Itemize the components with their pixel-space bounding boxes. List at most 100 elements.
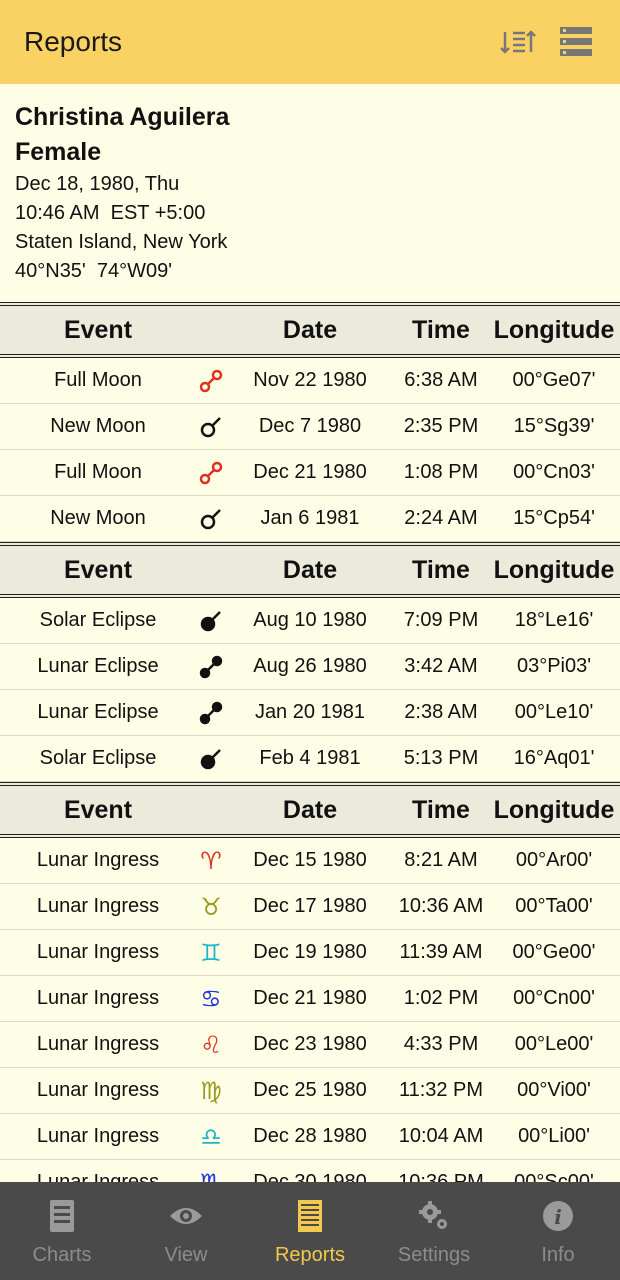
event-longitude: 00°Cn03' <box>513 461 595 483</box>
event-time: 2:38 AM <box>404 701 478 723</box>
event-time: 1:08 PM <box>403 461 479 483</box>
event-date: Jan 20 1981 <box>254 701 366 723</box>
event-longitude: 00°Sc00' <box>514 1171 594 1182</box>
event-date: Dec 15 1980 <box>253 849 367 871</box>
table-header: Event Date Time Longitude <box>0 782 620 838</box>
info-icon: i <box>542 1196 574 1236</box>
zodiac-sign-icon: ♌ <box>200 1030 222 1059</box>
table-header: Event Date Time Longitude <box>0 302 620 358</box>
zodiac-sign-icon: ♋ <box>200 984 222 1013</box>
event-time: 10:04 AM <box>398 1125 484 1147</box>
birth-place: Staten Island, New York <box>15 231 228 253</box>
event-name: New Moon <box>50 507 146 529</box>
event-name: Full Moon <box>54 461 142 483</box>
event-name: Lunar Ingress <box>36 895 160 917</box>
event-name: Lunar Eclipse <box>37 655 159 677</box>
event-date: Dec 30 1980 <box>253 1171 367 1182</box>
event-time: 10:36 AM <box>398 895 484 917</box>
event-name: Lunar Ingress <box>36 1171 160 1182</box>
tab-label: Info <box>541 1243 575 1266</box>
zodiac-sign-icon: ♏ <box>196 1169 226 1183</box>
tab-settings[interactable]: Settings <box>372 1182 496 1280</box>
event-date: Nov 22 1980 <box>253 369 367 391</box>
event-name: Solar Eclipse <box>39 747 157 769</box>
event-longitude: 15°Sg39' <box>513 415 595 437</box>
col-longitude: Longitude <box>493 555 615 584</box>
gear-icon <box>418 1196 450 1236</box>
event-longitude: 00°Vi00' <box>517 1079 591 1101</box>
event-date: Dec 7 1980 <box>258 415 362 437</box>
table-row[interactable]: Full Moon Dec 21 1980 1:08 PM 00°Cn03' <box>0 450 620 496</box>
col-date: Date <box>282 555 338 584</box>
report-tables[interactable]: Event Date Time Longitude Full Moon Nov 22 19… <box>0 302 620 1182</box>
zodiac-sign-icon: ♉ <box>200 892 222 921</box>
table-row[interactable]: Lunar Ingress ♌ Dec 23 1980 4:33 PM 00°Le00' <box>0 1022 620 1068</box>
event-time: 8:21 AM <box>404 849 478 871</box>
bottom-tab-bar: Charts View Reports Settings i Info <box>0 1182 620 1280</box>
event-time: 4:33 PM <box>403 1033 479 1055</box>
table-row[interactable]: Full Moon Nov 22 1980 6:38 AM 00°Ge07' <box>0 358 620 404</box>
tab-label: Charts <box>32 1243 92 1266</box>
conjunction-icon <box>196 415 226 439</box>
table-row[interactable]: Lunar Ingress ♋ Dec 21 1980 1:02 PM 00°Cn00' <box>0 976 620 1022</box>
table-row[interactable]: Lunar Eclipse Aug 26 1980 3:42 AM 03°Pi03' <box>0 644 620 690</box>
tab-view[interactable]: View <box>124 1182 248 1280</box>
event-date: Feb 4 1981 <box>259 747 361 769</box>
event-longitude: 16°Aq01' <box>513 747 595 769</box>
tab-charts[interactable]: Charts <box>0 1182 124 1280</box>
zodiac-sign-icon: ♎ <box>200 1122 222 1151</box>
profile-block: Christina Aguilera Female Dec 18, 1980, … <box>15 100 229 286</box>
solar-eclipse-icon <box>196 747 226 771</box>
col-longitude: Longitude <box>493 795 615 824</box>
svg-text:i: i <box>554 1205 562 1229</box>
col-date: Date <box>282 795 338 824</box>
event-time: 11:39 AM <box>399 941 483 963</box>
table-row[interactable]: Lunar Eclipse Jan 20 1981 2:38 AM 00°Le10' <box>0 690 620 736</box>
table-row[interactable]: Solar Eclipse Aug 10 1980 7:09 PM 18°Le16' <box>0 598 620 644</box>
event-name: Lunar Ingress <box>36 849 160 871</box>
event-longitude: 18°Le16' <box>514 609 594 631</box>
event-name: Lunar Ingress <box>36 1125 160 1147</box>
birth-coords: 40°N35' 74°W09' <box>15 260 173 282</box>
table-row[interactable]: Lunar Ingress ♉ Dec 17 1980 10:36 AM 00°Ta00… <box>0 884 620 930</box>
event-time: 2:24 AM <box>404 507 478 529</box>
page-title: Reports <box>24 26 123 57</box>
event-time: 10:36 PM <box>398 1171 484 1182</box>
event-longitude: 00°Ar00' <box>515 849 593 871</box>
table-row[interactable]: New Moon Dec 7 1980 2:35 PM 15°Sg39' <box>0 404 620 450</box>
event-longitude: 00°Ta00' <box>515 895 593 917</box>
eye-icon <box>168 1196 204 1236</box>
event-name: Lunar Ingress <box>36 1079 160 1101</box>
event-date: Dec 28 1980 <box>253 1125 367 1147</box>
col-event: Event <box>63 315 133 344</box>
table-row[interactable]: Solar Eclipse Feb 4 1981 5:13 PM 16°Aq01' <box>0 736 620 782</box>
table-row[interactable]: New Moon Jan 6 1981 2:24 AM 15°Cp54' <box>0 496 620 542</box>
event-time: 3:42 AM <box>404 655 478 677</box>
tab-info[interactable]: i Info <box>496 1182 620 1280</box>
event-time: 1:02 PM <box>403 987 479 1009</box>
event-name: Lunar Ingress <box>36 941 160 963</box>
event-date: Dec 17 1980 <box>253 895 367 917</box>
event-name: Solar Eclipse <box>39 609 157 631</box>
event-date: Jan 6 1981 <box>260 507 360 529</box>
event-name: Lunar Ingress <box>36 1033 160 1055</box>
tab-reports[interactable]: Reports <box>248 1182 372 1280</box>
event-time: 7:09 PM <box>403 609 479 631</box>
table-row[interactable]: Lunar Ingress ♍ Dec 25 1980 11:32 PM 00°Vi00… <box>0 1068 620 1114</box>
sort-icon[interactable] <box>498 22 538 62</box>
event-time: 6:38 AM <box>404 369 478 391</box>
event-time: 2:35 PM <box>403 415 479 437</box>
col-time: Time <box>412 795 470 824</box>
event-date: Dec 23 1980 <box>253 1033 367 1055</box>
table-header: Event Date Time Longitude <box>0 542 620 598</box>
charts-icon <box>49 1196 75 1236</box>
table-row[interactable]: Lunar Ingress ♈ Dec 15 1980 8:21 AM 00°Ar00' <box>0 838 620 884</box>
event-date: Dec 19 1980 <box>253 941 367 963</box>
table-row[interactable]: Lunar Ingress ♏ Dec 30 1980 10:36 PM 00°Sc00… <box>0 1160 620 1183</box>
col-event: Event <box>63 795 133 824</box>
table-row[interactable]: Lunar Ingress ♊ Dec 19 1980 11:39 AM 00°Ge00… <box>0 930 620 976</box>
table-row[interactable]: Lunar Ingress ♎ Dec 28 1980 10:04 AM 00°Li00… <box>0 1114 620 1160</box>
col-longitude: Longitude <box>493 315 615 344</box>
list-icon[interactable] <box>556 22 596 62</box>
tab-label: View <box>164 1243 208 1266</box>
